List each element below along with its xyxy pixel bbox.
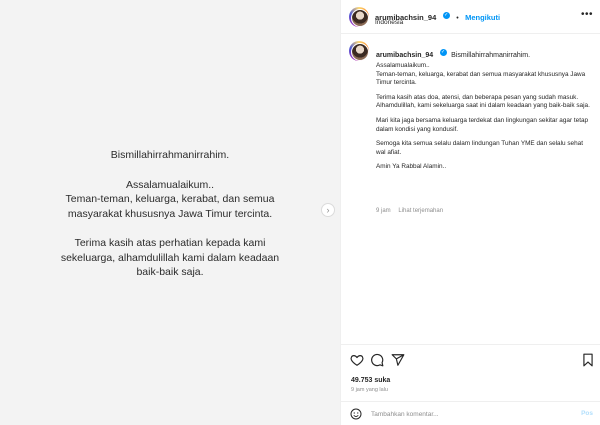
separator-dot: •: [456, 15, 459, 22]
post-image: Bismillahirrahmanirrahim. Assalamualaiku…: [0, 0, 340, 425]
following-button[interactable]: Mengikuti: [465, 13, 500, 22]
caption-paragraph: Terima kasih atas doa, atensi, dan beber…: [376, 93, 590, 110]
see-translation-link[interactable]: Lihat terjemahan: [398, 208, 443, 214]
caption-meta: 9 jam Lihat terjemahan: [376, 208, 449, 214]
next-slide-button[interactable]: ›: [321, 203, 335, 217]
like-count[interactable]: 49.753 suka: [351, 377, 390, 384]
caption-first-line: Bismillahirrahmanirrahim.: [451, 52, 531, 59]
caption-time: 9 jam: [376, 208, 391, 214]
post-timestamp: 9 jam yang lalu: [351, 387, 388, 393]
image-line: Teman-teman, keluarga, kerabat, dan semu…: [65, 193, 275, 205]
more-options-icon[interactable]: •••: [581, 9, 593, 20]
action-section: 49.753 suka 9 jam yang lalu Pos: [341, 344, 600, 425]
image-line: sekeluarga, alhamdulillah kami dalam kea…: [60, 251, 280, 264]
emoji-icon[interactable]: [350, 408, 362, 420]
avatar[interactable]: [349, 7, 369, 27]
location-link[interactable]: Indonesia: [375, 19, 403, 26]
caption-body: Assalamualaikum.. Teman-teman, keluarga,…: [376, 62, 591, 178]
avatar[interactable]: [349, 41, 369, 61]
image-line: masyarakat khususnya Jawa Timur tercinta…: [67, 207, 273, 220]
verified-badge-icon: ✓: [439, 49, 447, 57]
caption-paragraph: Teman-teman, keluarga, kerabat dan semua…: [376, 70, 586, 87]
caption-paragraph: Assalamualaikum..: [376, 62, 430, 69]
post-sidebar: arumibachsin_94 ✓ • Mengikuti Indonesia …: [340, 0, 600, 425]
image-line: Terima kasih atas perhatian kepada kami: [74, 237, 266, 249]
post-header: arumibachsin_94 ✓ • Mengikuti Indonesia …: [341, 0, 600, 34]
share-icon[interactable]: [391, 353, 405, 367]
chevron-right-icon: ›: [326, 205, 330, 215]
heart-icon[interactable]: [350, 353, 364, 367]
comment-input[interactable]: [371, 408, 561, 420]
caption: arumibachsin_94 ✓ Bismillahirrahmanirrah…: [341, 34, 600, 344]
comment-bar: Pos: [341, 401, 600, 425]
caption-username[interactable]: arumibachsin_94: [376, 52, 433, 59]
caption-paragraph: Semoga kita semua selalu dalam lindungan…: [376, 140, 583, 156]
image-line: baik-baik saja.: [136, 266, 204, 278]
caption-paragraph: Mari kita jaga bersama keluarga terdekat…: [376, 116, 589, 133]
post-image-text: Bismillahirrahmanirrahim. Assalamualaiku…: [0, 148, 340, 280]
verified-badge-icon: ✓: [442, 12, 450, 20]
image-line: Bismillahirrahmanirrahim.: [110, 149, 230, 161]
comment-icon[interactable]: [370, 353, 384, 367]
bookmark-icon[interactable]: [581, 353, 595, 367]
image-line: Assalamualaikum..: [125, 178, 215, 191]
caption-paragraph: Amin Ya Rabbal Alamin..: [376, 163, 447, 171]
post-comment-button[interactable]: Pos: [581, 410, 593, 417]
